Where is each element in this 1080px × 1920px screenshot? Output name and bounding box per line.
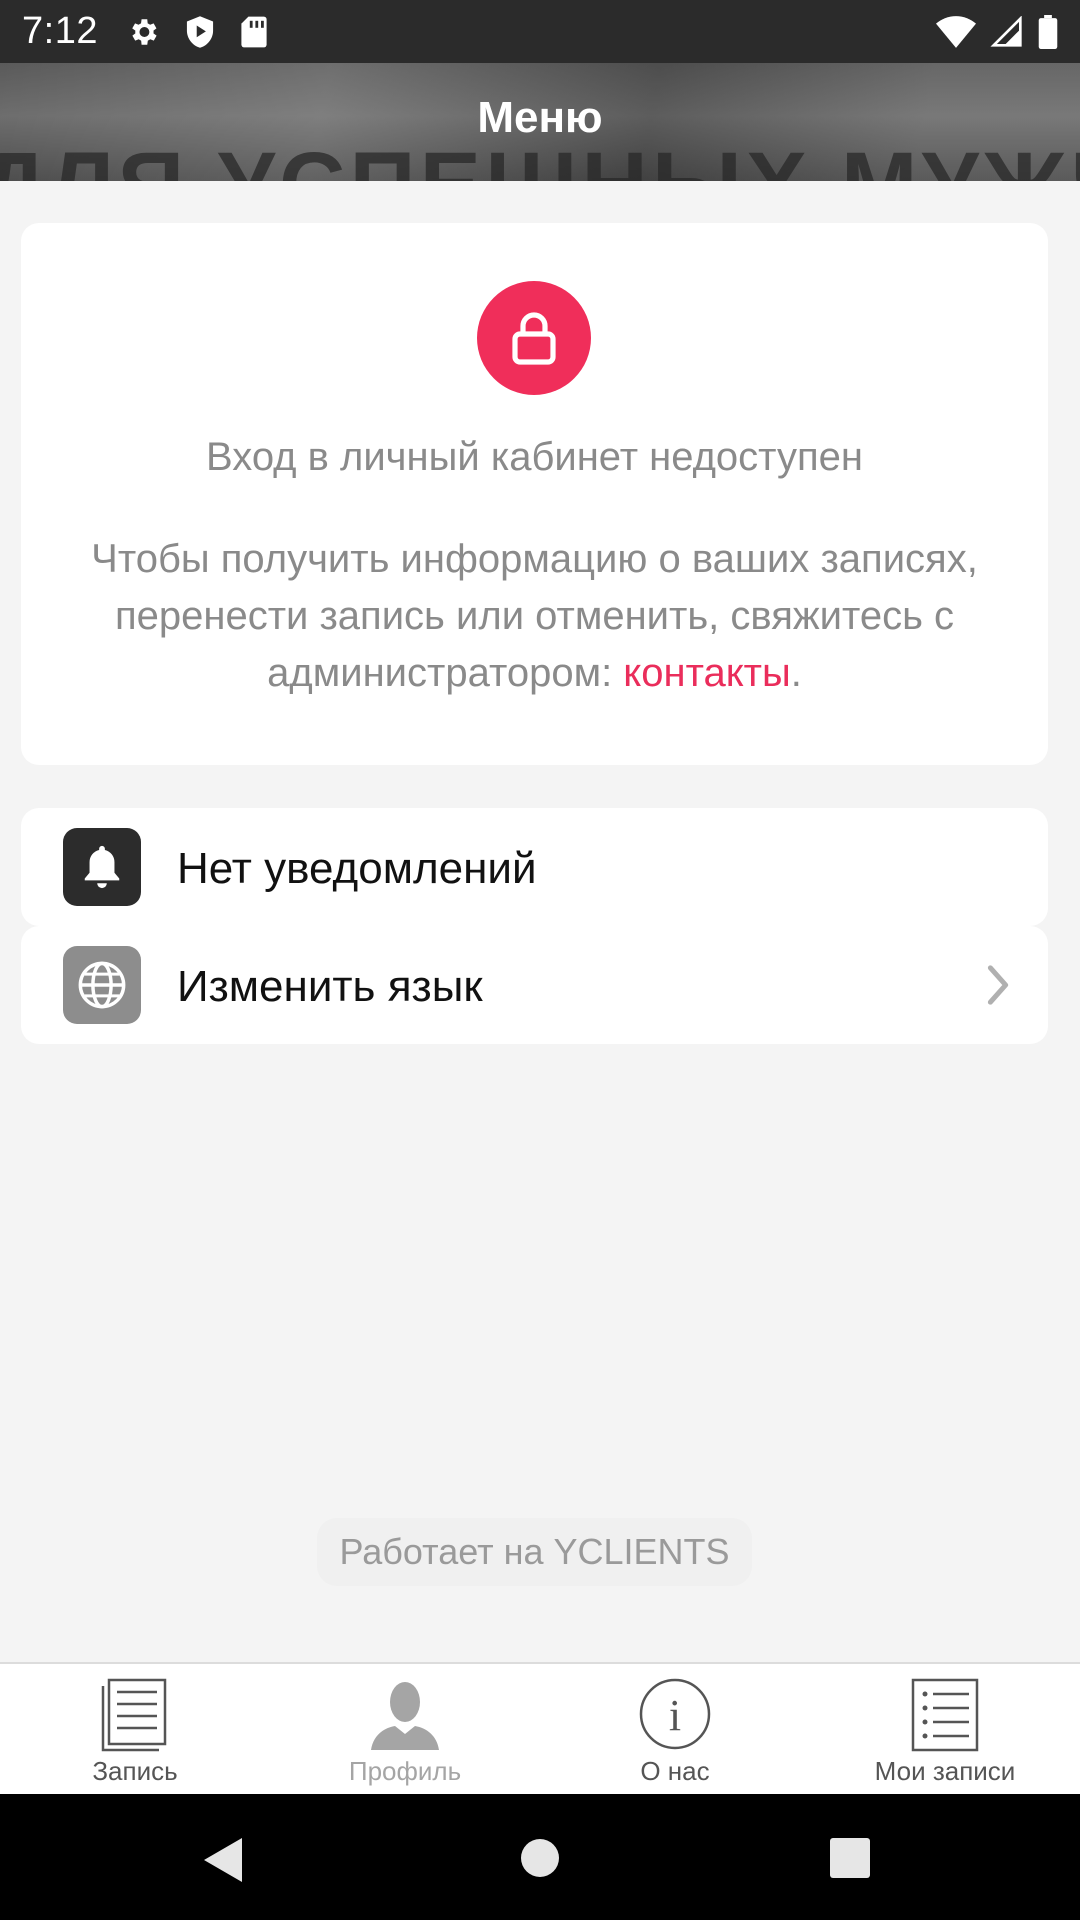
notifications-label: Нет уведомлений	[177, 844, 537, 893]
login-unavailable-title: Вход в личный кабинет недоступен	[206, 435, 863, 479]
contacts-link[interactable]: контакты	[623, 651, 790, 695]
nav-item-about[interactable]: i О нас	[540, 1664, 810, 1794]
change-language-label: Изменить язык	[177, 962, 483, 1011]
description-period: .	[790, 651, 802, 695]
nav-item-booking[interactable]: Запись	[0, 1664, 270, 1794]
globe-icon	[78, 961, 126, 1009]
status-time: 7:12	[22, 10, 98, 52]
shield-play-icon	[186, 15, 214, 48]
page-title: Меню	[477, 93, 603, 142]
home-icon[interactable]	[520, 1838, 560, 1878]
nav-label-my-bookings: Мои записи	[874, 1756, 1016, 1786]
login-description-text: Чтобы получить информацию о ваших запися…	[91, 537, 978, 695]
header: ДЛЯ УСПЕШНЫХ МУЖЧИН Меню	[0, 63, 1080, 181]
status-notification-icons	[126, 15, 268, 49]
bottom-navigation: Запись Профиль i О нас Мои записи	[0, 1662, 1080, 1794]
recents-icon[interactable]	[830, 1838, 870, 1878]
cell-signal-icon	[990, 15, 1022, 47]
login-unavailable-card: Вход в личный кабинет недоступен Чтобы п…	[21, 223, 1048, 765]
nav-item-my-bookings[interactable]: Мои записи	[810, 1664, 1080, 1794]
wifi-icon	[936, 15, 976, 48]
status-bar: 7:12	[0, 0, 1080, 63]
nav-label-about: О нас	[640, 1756, 710, 1786]
lock-icon	[512, 312, 556, 365]
globe-icon-badge	[63, 946, 141, 1024]
profile-icon	[371, 1682, 439, 1750]
change-language-row[interactable]: Изменить язык	[21, 926, 1048, 1044]
system-navigation-bar	[0, 1794, 1080, 1920]
sd-card-icon	[241, 16, 267, 47]
info-icon: i	[639, 1678, 711, 1750]
booking-list-icon	[101, 1678, 167, 1752]
bell-icon-badge	[63, 828, 141, 906]
svg-text:i: i	[669, 1691, 681, 1740]
battery-icon	[1038, 14, 1058, 49]
lock-icon-badge	[477, 281, 591, 395]
nav-label-booking: Запись	[92, 1756, 178, 1786]
nav-item-profile[interactable]: Профиль	[270, 1664, 540, 1794]
chevron-right-icon	[987, 965, 1009, 1005]
login-unavailable-description: Чтобы получить информацию о ваших запися…	[51, 531, 1018, 702]
my-bookings-icon	[911, 1678, 979, 1752]
powered-by-badge[interactable]: Работает на YCLIENTS	[317, 1518, 752, 1586]
nav-label-profile: Профиль	[348, 1756, 462, 1786]
notifications-row[interactable]: Нет уведомлений	[21, 808, 1048, 926]
bell-icon	[84, 845, 120, 889]
back-icon[interactable]	[202, 1836, 244, 1884]
gear-icon	[132, 18, 157, 45]
status-system-icons	[936, 14, 1058, 49]
